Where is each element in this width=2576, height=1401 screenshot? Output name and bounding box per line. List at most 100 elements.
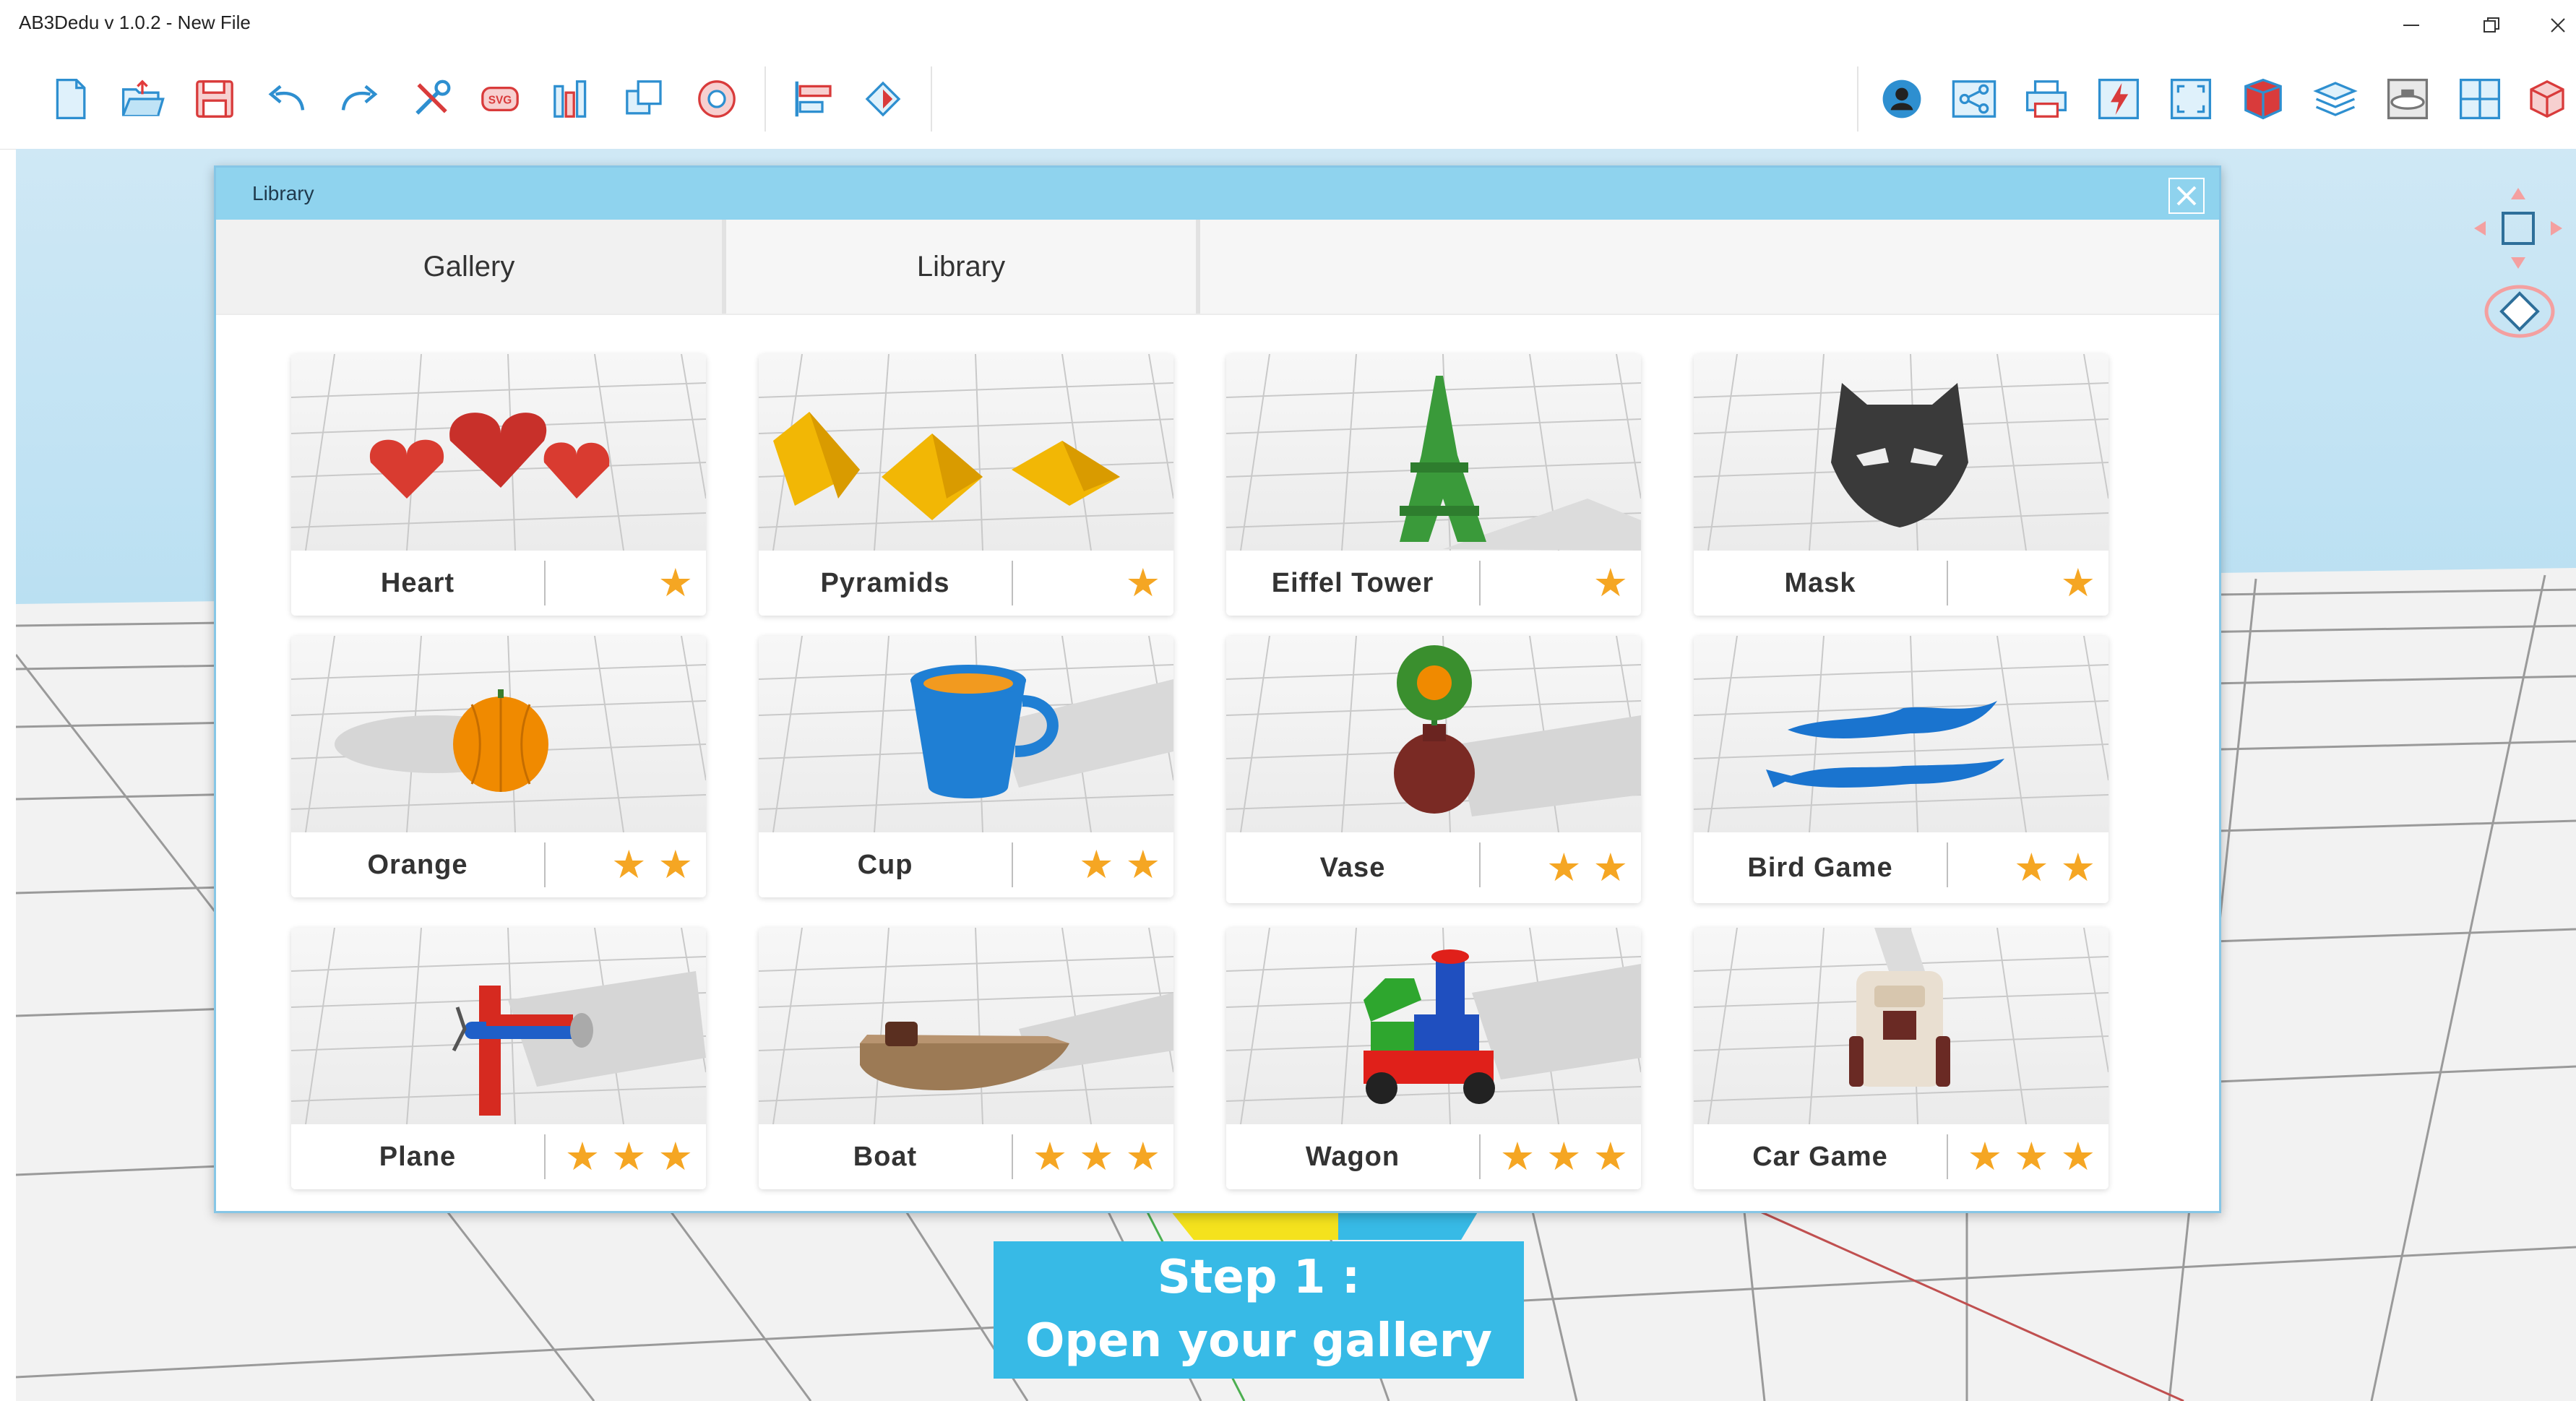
slice-lightning-icon[interactable]	[2092, 72, 2145, 126]
dialog-title: Library	[252, 182, 314, 204]
3d-box-icon[interactable]	[2520, 72, 2574, 126]
heart-model-image	[291, 354, 706, 551]
card-title: Eiffel Tower	[1271, 567, 1434, 598]
card-footer: Vase ★ ★	[1226, 832, 1641, 903]
card-title: Pyramids	[820, 567, 950, 598]
step-callout-banner: Step 1 : Open your gallery	[994, 1241, 1524, 1379]
rotate-gizmo-icon[interactable]	[2480, 279, 2559, 344]
gallery-card-vase[interactable]: Vase ★ ★	[1226, 636, 1641, 903]
bird-game-model-image	[1694, 636, 2108, 832]
open-folder-icon[interactable]	[116, 72, 169, 126]
library-books-icon[interactable]	[546, 72, 599, 126]
card-title: Orange	[367, 849, 468, 880]
tab-gallery[interactable]: Gallery	[216, 220, 722, 314]
gallery-card-mask[interactable]: Mask ★	[1694, 354, 2108, 616]
difficulty-rating: ★ ★ ★	[546, 1124, 706, 1189]
svg-text:SVG: SVG	[488, 95, 512, 107]
gallery-card-bird-game[interactable]: Bird Game ★ ★	[1694, 636, 2108, 903]
star-icon: ★	[658, 1135, 693, 1178]
card-title: Car Game	[1752, 1141, 1888, 1172]
align-icon[interactable]	[788, 72, 841, 126]
card-preview	[1226, 928, 1641, 1124]
card-preview	[291, 928, 706, 1124]
card-footer: Eiffel Tower ★	[1226, 551, 1641, 616]
card-title: Boat	[853, 1141, 918, 1172]
close-icon[interactable]	[2533, 6, 2576, 45]
card-footer: Boat ★ ★ ★	[759, 1124, 1173, 1189]
difficulty-rating: ★	[1013, 551, 1173, 616]
card-preview	[759, 928, 1173, 1124]
tab-divider	[1196, 220, 1200, 314]
callout-line-2: Open your gallery	[1025, 1314, 1493, 1368]
toolbar-separator	[764, 66, 766, 132]
printer-bed-icon[interactable]	[2381, 72, 2434, 126]
save-icon[interactable]	[188, 72, 241, 126]
close-icon	[2176, 186, 2197, 206]
gallery-card-eiffel-tower[interactable]: Eiffel Tower ★	[1226, 354, 1641, 616]
duplicate-icon[interactable]	[618, 72, 671, 126]
difficulty-rating: ★ ★	[1481, 832, 1641, 903]
user-account-icon[interactable]	[1875, 72, 1929, 126]
card-title: Cup	[857, 849, 913, 880]
card-title: Bird Game	[1747, 852, 1893, 883]
layers-icon[interactable]	[2309, 72, 2362, 126]
mirror-icon[interactable]	[856, 72, 910, 126]
grid-view-icon[interactable]	[2453, 72, 2507, 126]
wagon-model-image	[1226, 928, 1641, 1124]
card-title: Heart	[380, 567, 455, 598]
share-icon[interactable]	[1947, 72, 2001, 126]
card-footer: Pyramids ★	[759, 551, 1173, 616]
gallery-card-wagon[interactable]: Wagon ★ ★ ★	[1226, 928, 1641, 1189]
restore-icon[interactable]	[2466, 6, 2517, 45]
tools-icon[interactable]	[405, 72, 458, 126]
star-icon: ★	[1967, 1135, 2003, 1178]
star-icon: ★	[1125, 1135, 1160, 1178]
svg-import-icon[interactable]: SVG	[473, 72, 527, 126]
card-preview	[759, 354, 1173, 551]
difficulty-rating: ★ ★	[1948, 832, 2108, 903]
car-game-model-image	[1694, 928, 2108, 1124]
difficulty-rating: ★	[546, 551, 706, 616]
card-preview	[1226, 354, 1641, 551]
print-icon[interactable]	[2020, 72, 2073, 126]
star-icon: ★	[658, 843, 693, 887]
star-icon: ★	[1593, 561, 1628, 605]
star-icon: ★	[611, 1135, 647, 1178]
star-icon: ★	[1593, 846, 1628, 889]
difficulty-rating: ★ ★ ★	[1013, 1124, 1173, 1189]
redo-icon[interactable]	[332, 72, 386, 126]
eiffel-tower-model-image	[1226, 354, 1641, 551]
star-icon: ★	[1032, 1135, 1068, 1178]
pan-gizmo-icon[interactable]	[2471, 185, 2565, 272]
cup-model-image	[759, 636, 1173, 832]
fullscreen-icon[interactable]	[2164, 72, 2218, 126]
help-lifebuoy-icon[interactable]	[690, 72, 744, 126]
dialog-close-button[interactable]	[2168, 178, 2205, 214]
gallery-card-boat[interactable]: Boat ★ ★ ★	[759, 928, 1173, 1189]
view-cube-icon[interactable]	[2236, 72, 2290, 126]
card-footer: Orange ★ ★	[291, 832, 706, 897]
new-file-icon[interactable]	[43, 72, 97, 126]
star-icon: ★	[564, 1135, 600, 1178]
boat-model-image	[759, 928, 1173, 1124]
gallery-card-plane[interactable]: Plane ★ ★ ★	[291, 928, 706, 1189]
vase-model-image	[1226, 636, 1641, 832]
difficulty-rating: ★	[1481, 551, 1641, 616]
star-icon: ★	[1079, 843, 1114, 887]
gallery-card-orange[interactable]: Orange ★ ★	[291, 636, 706, 897]
gallery-card-pyramids[interactable]: Pyramids ★	[759, 354, 1173, 616]
main-toolbar: SVG	[0, 51, 2576, 150]
toolbar-separator	[931, 66, 932, 132]
minimize-icon[interactable]	[2386, 6, 2437, 45]
gallery-card-cup[interactable]: Cup ★ ★	[759, 636, 1173, 897]
orange-model-image	[291, 636, 706, 832]
card-footer: Car Game ★ ★ ★	[1694, 1124, 2108, 1189]
tab-library[interactable]: Library	[726, 220, 1196, 314]
gallery-card-car-game[interactable]: Car Game ★ ★ ★	[1694, 928, 2108, 1189]
card-preview	[759, 636, 1173, 832]
card-preview	[1226, 636, 1641, 832]
undo-icon[interactable]	[260, 72, 314, 126]
star-icon: ★	[1499, 1135, 1535, 1178]
gallery-card-heart[interactable]: Heart ★	[291, 354, 706, 616]
star-icon: ★	[2060, 1135, 2095, 1178]
